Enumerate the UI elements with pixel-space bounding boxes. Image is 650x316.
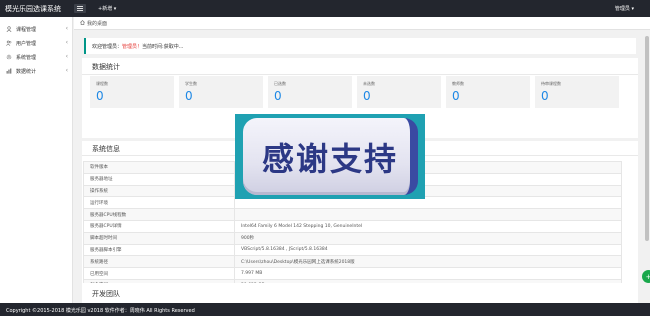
row-key: 服务器地址 [83,172,235,186]
stat-value: 0 [452,89,460,103]
stat-value: 0 [96,89,104,103]
overlay-text: 感谢支持 [261,140,398,178]
plus-icon: + [645,272,650,281]
stat-caption: 学生数 [185,81,197,86]
row-key: 运行环境 [83,196,235,210]
row-value: C:\Users\zhou\Desktop\模光乐园网上选课系统2018版 [234,255,622,269]
stat-card-students[interactable]: 学生数 0 [179,76,263,108]
table-row: 服务器CPU线程数 [83,208,622,221]
table-row: 系统路径 C:\Users\zhou\Desktop\模光乐园网上选课系统2018… [83,255,622,269]
stat-value: 0 [185,89,193,103]
welcome-username: 管理员！ [122,44,143,50]
copyright-text: Copyright ©2015-2018 模光乐园 v2018 软件作者：周晓伟… [6,308,195,314]
row-value: 7.997 MB [234,267,622,280]
scrollbar-thumb[interactable] [645,36,649,241]
chevron-left-icon: ‹ [65,53,68,60]
top-header: 模光乐园选课系统 +新增 ▾ 管理员 ▾ [0,0,650,17]
stat-card-pending[interactable]: 待审课程数 0 [535,76,619,108]
sidebar-item-system[interactable]: 系统管理 ‹ [0,50,73,64]
chevron-left-icon: ‹ [65,25,68,32]
stat-caption: 课程数 [96,81,108,86]
table-row: 服务器脚本引擎 VBScript/5.8.16384 , JScript/5.8.… [83,243,622,257]
sidebar-item-label: 数据统计 [16,68,37,75]
welcome-prefix: 欢迎管理员： [92,44,123,50]
stat-card-unselected[interactable]: 未选数 0 [357,76,441,108]
stat-caption: 已选数 [274,81,286,86]
row-key: 操作系统 [83,184,235,198]
row-key: 脚本超时时间 [83,231,235,245]
row-value: VBScript/5.8.16384 , JScript/5.8.16384 [234,243,622,257]
add-new-menu[interactable]: +新增 ▾ [98,5,116,12]
row-key: 已用空间 [83,267,235,280]
row-key: 软件版本 [83,161,235,174]
current-time: 当前时间:获取中... [142,44,184,50]
sidebar-item-statistics[interactable]: 数据统计 ‹ [0,64,73,78]
stat-caption: 教师数 [452,81,464,86]
row-key: 服务器脚本引擎 [83,243,235,257]
footer: Copyright ©2015-2018 模光乐园 v2018 软件作者：周晓伟… [0,303,650,316]
dev-team-title: 开发团队 [92,290,120,298]
gear-icon [6,54,12,60]
thanks-overlay-image: 感谢支持 [235,114,425,199]
user-icon [6,26,12,32]
stat-card-selected[interactable]: 已选数 0 [268,76,352,108]
chart-icon [6,68,12,74]
sidebar-item-label: 课程管理 [16,26,37,33]
admin-user-menu[interactable]: 管理员 ▾ [615,5,634,12]
stat-value: 0 [274,89,282,103]
row-key: 系统路径 [83,255,235,269]
table-row: 脚本超时时间 900秒 [83,231,622,245]
dev-team-panel: 开发团队 [82,283,638,303]
row-value [234,208,622,221]
stat-caption: 待审课程数 [541,81,561,86]
stat-value: 0 [541,89,549,103]
row-key: 服务器CPU详情 [83,219,235,233]
row-key: 服务器CPU线程数 [83,208,235,221]
row-value: Intel64 Family 6 Model 142 Stepping 10, … [234,219,622,233]
sidebar-item-label: 用户管理 [16,40,37,47]
sidebar-item-users[interactable]: 用户管理 ‹ [0,36,73,50]
system-info-title: 系统信息 [92,145,120,153]
sidebar: 课程管理 ‹ 用户管理 ‹ 系统管理 ‹ 数据统计 ‹ [0,17,73,303]
stat-value: 0 [363,89,371,103]
menu-toggle-icon[interactable] [74,4,86,13]
home-icon [80,20,85,27]
stat-card-teachers[interactable]: 教师数 0 [446,76,530,108]
tab-home[interactable]: 我的桌面 [80,20,107,27]
app-title[interactable]: 模光乐园选课系统 [5,4,61,14]
row-value: 900秒 [234,231,622,245]
stats-title: 数据统计 [92,63,120,71]
chevron-left-icon: ‹ [65,67,68,74]
table-row: 服务器CPU详情 Intel64 Family 6 Model 142 Stepp… [83,219,622,233]
table-row: 已用空间 7.997 MB [83,267,622,280]
tab-strip: 我的桌面 [74,17,650,30]
divider [82,74,638,75]
stat-card-courses[interactable]: 课程数 0 [90,76,174,108]
floating-action-button[interactable]: + [642,270,650,283]
tab-home-label: 我的桌面 [87,21,108,27]
stat-caption: 未选数 [363,81,375,86]
sidebar-item-label: 系统管理 [16,54,37,61]
welcome-bar: 欢迎管理员：管理员！当前时间:获取中... [84,38,636,54]
users-icon [6,40,12,46]
chevron-left-icon: ‹ [65,39,68,46]
sidebar-item-courses[interactable]: 课程管理 ‹ [0,22,73,36]
